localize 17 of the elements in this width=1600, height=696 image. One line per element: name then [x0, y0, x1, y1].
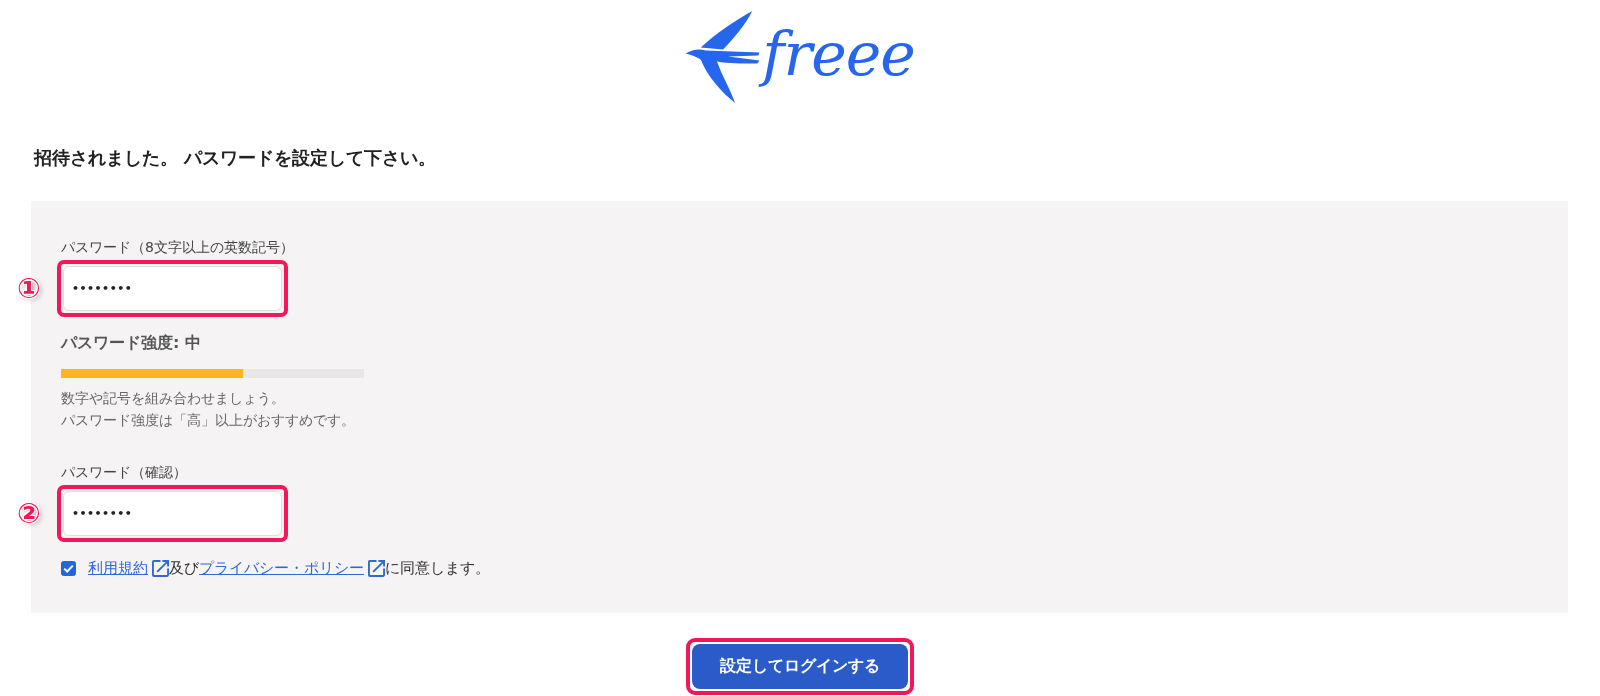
field-label: パスワード（確認）: [61, 463, 187, 482]
hint-text: パスワード強度は「高」以上がおすすめです。: [61, 411, 355, 430]
external-link-icon: [152, 559, 169, 577]
policy-link[interactable]: 利用規約: [88, 557, 169, 579]
password-field[interactable]: ••••••••: [63, 266, 282, 311]
agreement-text: 利用規約 及びプライバシー・ポリシー に同意します。: [88, 557, 490, 579]
field-label: パスワード（8文字以上の英数記号）: [61, 238, 294, 257]
page-heading: 招待されました。 パスワードを設定して下さい。: [34, 146, 438, 170]
external-link-icon: [368, 559, 385, 577]
checkbox[interactable]: [61, 560, 76, 576]
step-marker: ①: [17, 273, 41, 304]
submit-button[interactable]: 設定してログインする: [692, 644, 908, 689]
policy-link[interactable]: プライバシー・ポリシー: [199, 557, 385, 579]
strength-label: パスワード強度: 中: [61, 332, 201, 354]
step-marker: ②: [17, 498, 41, 529]
hint-text: 数字や記号を組み合わせましょう。: [61, 389, 286, 408]
password-confirm-field[interactable]: ••••••••: [63, 491, 282, 536]
